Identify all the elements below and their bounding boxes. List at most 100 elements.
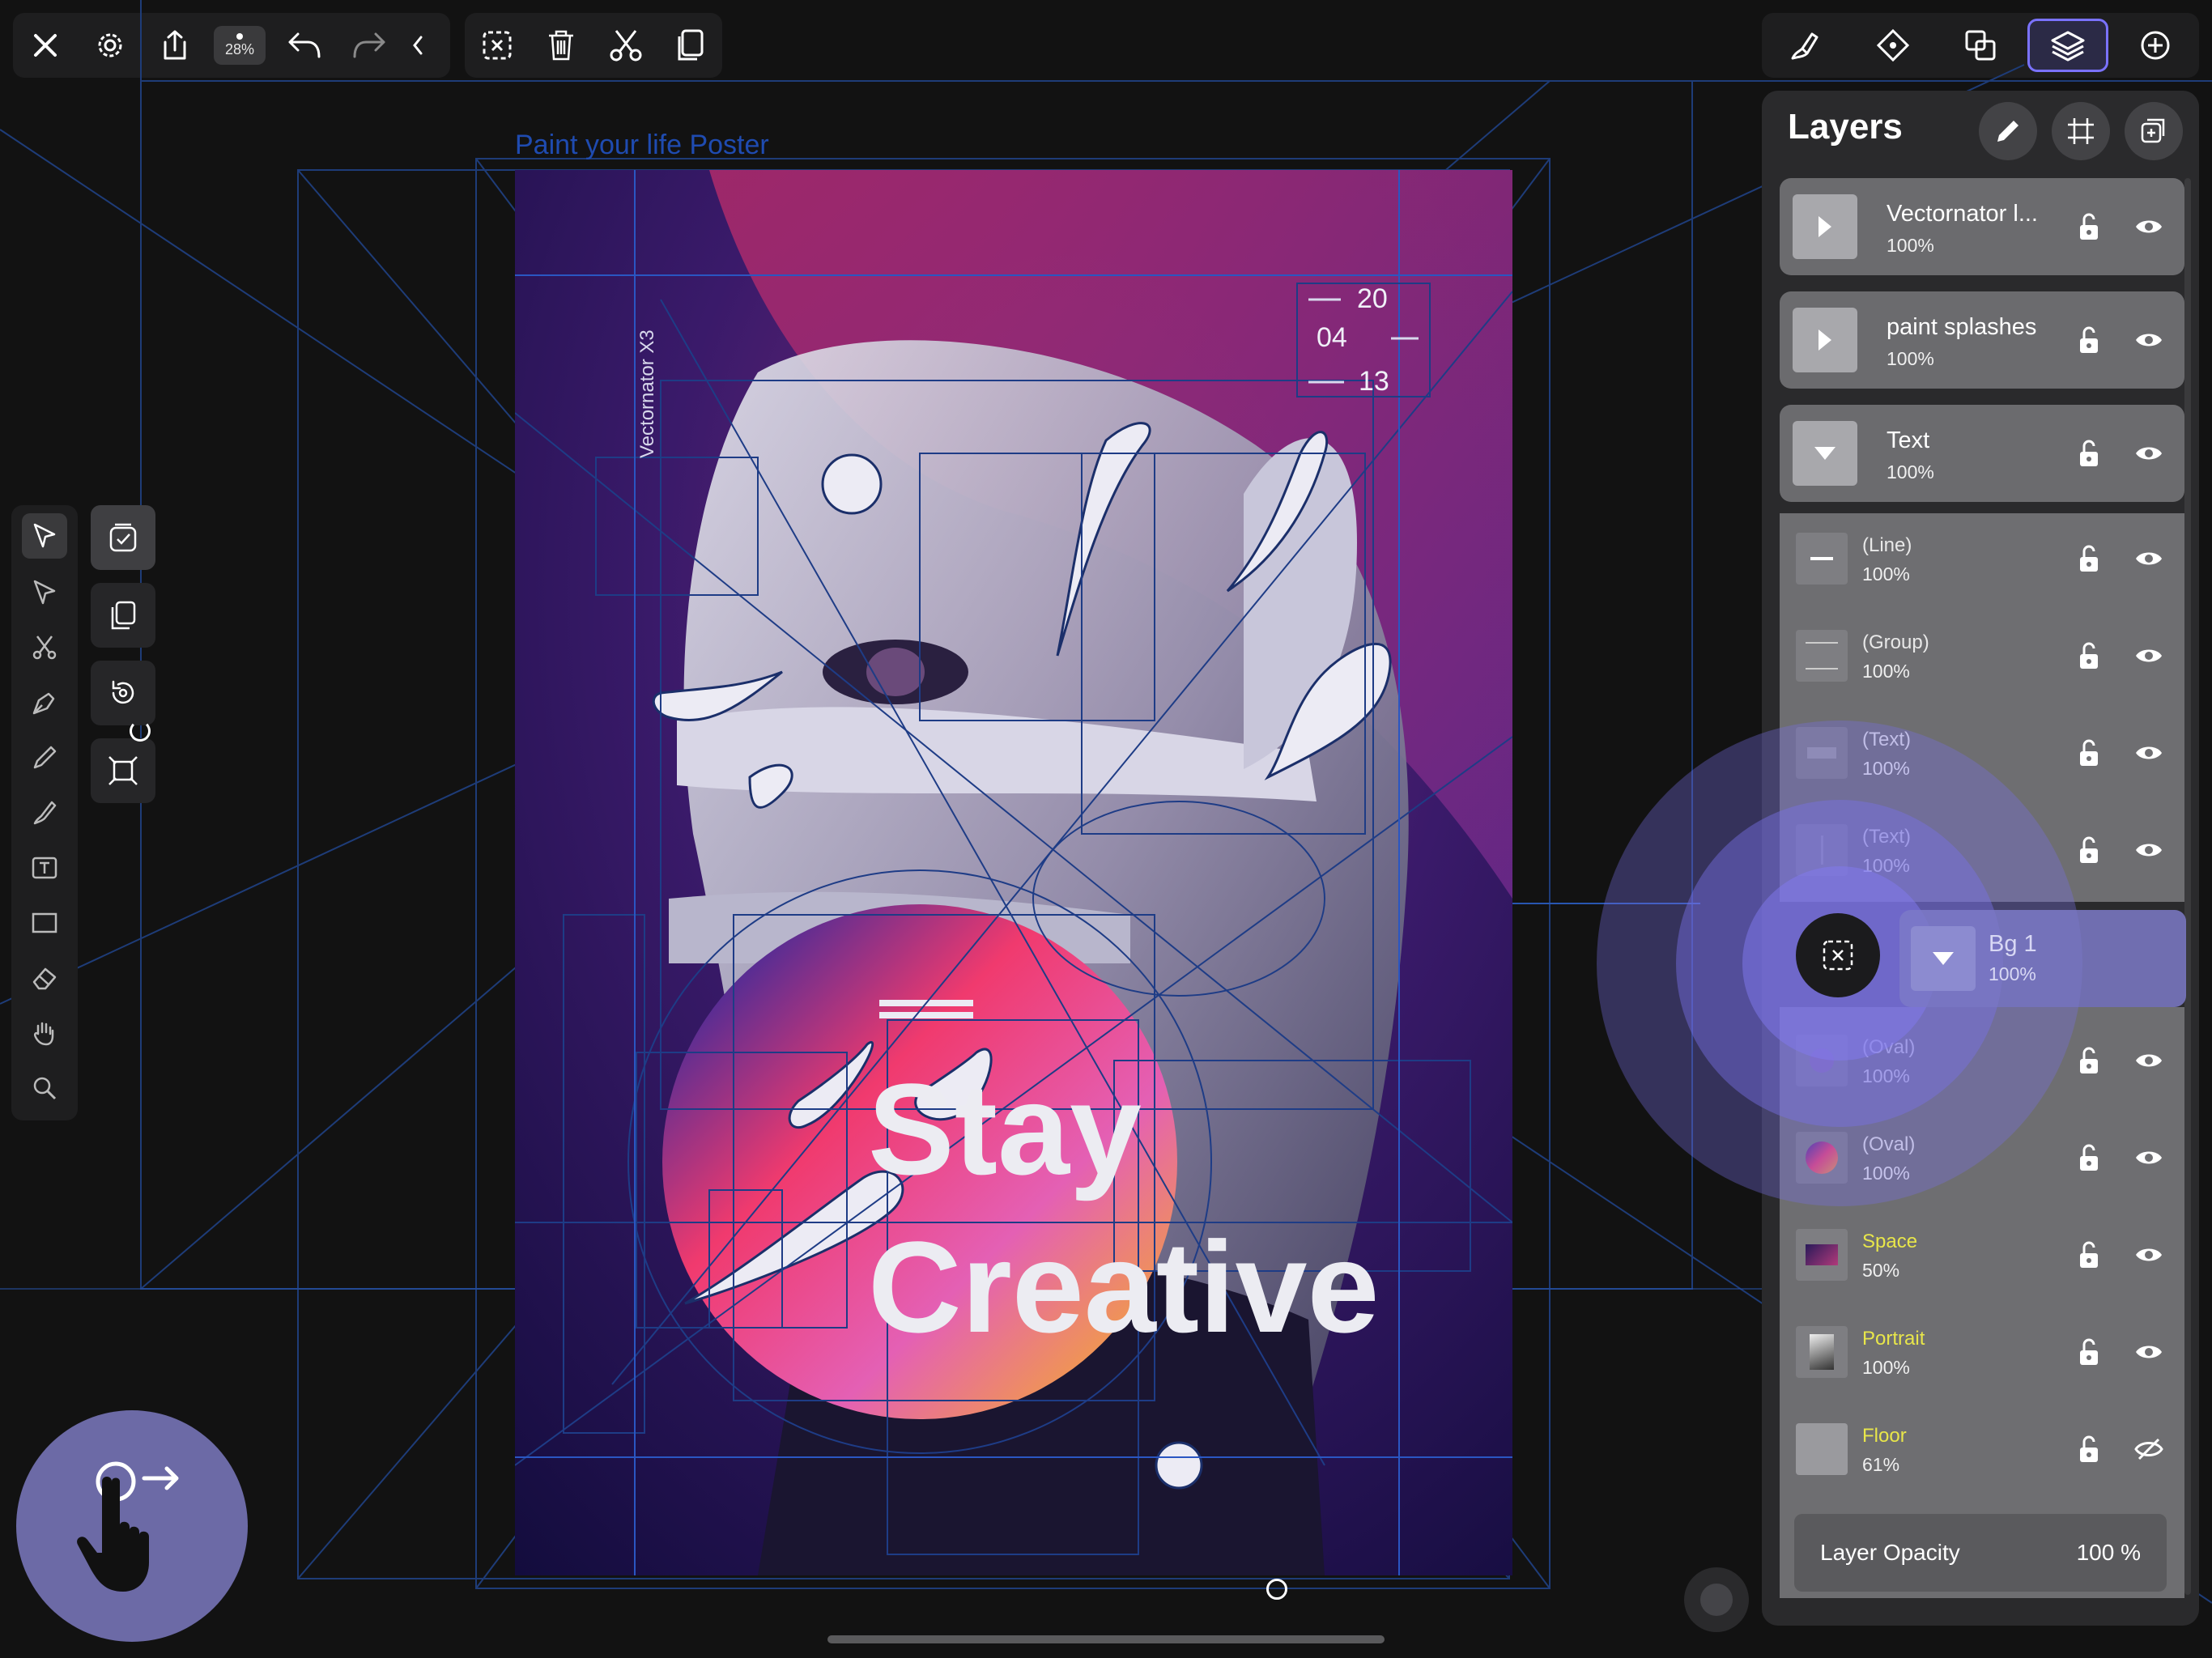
visibility-button[interactable] [2131,541,2167,576]
unlock-icon [2080,440,2098,466]
layer-opacity-control[interactable]: Layer Opacity 100 % [1794,1514,2167,1592]
sublayer-portrait[interactable]: Portrait 100% [1780,1307,2184,1404]
lock-button[interactable] [2071,832,2107,868]
dragged-layer-bg1[interactable]: Bg 1 100% [1899,910,2186,1007]
lock-button[interactable] [2071,1140,2107,1175]
sublayer-floor[interactable]: Floor 61% [1780,1404,2184,1501]
tap-drag-icon [77,1461,179,1592]
layer-name: Text [1887,427,1930,453]
add-layer-button[interactable] [2125,102,2183,160]
copy-button[interactable] [91,583,155,648]
pencil-icon [1997,121,2018,142]
select-all-button[interactable] [91,505,155,570]
expand-toggle[interactable] [1793,194,1857,259]
headline-creative[interactable]: Creative [868,1222,1379,1352]
layer-opacity: 61% [1862,1454,1900,1475]
bounding-box-icon [108,756,138,785]
lock-button[interactable] [2071,322,2107,358]
scissors-icon [32,636,57,660]
select-checkbox-icon [109,523,137,552]
lock-button[interactable] [2071,1431,2107,1467]
eye-icon [2136,844,2162,857]
expand-toggle[interactable] [1911,926,1976,991]
layer-opacity: 100% [1862,661,1910,682]
unlock-icon [2080,642,2098,669]
layer-opacity: 100% [1887,461,1934,483]
unlock-icon [2080,545,2098,572]
expand-toggle[interactable] [1793,421,1857,486]
pencil-tool[interactable] [22,735,67,780]
layer-name: Vectornator l... [1887,201,2038,227]
add-artboard-button[interactable] [2052,102,2110,160]
sublayer-space[interactable]: Space 50% [1780,1209,2184,1307]
eraser-tool[interactable] [22,955,67,1001]
lock-button[interactable] [2071,1334,2107,1370]
sublayer-group[interactable]: (Group) 100% [1780,610,2184,708]
layer-paint-splashes[interactable]: paint splashes 100% [1780,291,2184,389]
shape-tool[interactable] [22,900,67,946]
visibility-button[interactable] [2131,832,2167,868]
layer-vectornator[interactable]: Vectornator l... 100% [1780,178,2184,275]
layer-opacity: 50% [1862,1260,1900,1281]
visibility-button[interactable] [2131,436,2167,471]
scissor-tool[interactable] [22,625,67,670]
layers-scrollbar[interactable] [2184,178,2191,1595]
artboard-name[interactable]: Paint your life Poster [515,130,769,161]
rotation-handle[interactable] [1266,1579,1287,1600]
deselect-icon [1823,940,1853,971]
direct-select-icon [33,580,56,605]
visibility-button[interactable] [2131,735,2167,771]
date-bottom[interactable]: 13 [1359,366,1389,397]
unlock-icon [2080,1435,2098,1462]
brush-tool[interactable] [22,790,67,835]
zoom-tool[interactable] [22,1065,67,1111]
unlock-icon [2080,213,2098,240]
visibility-button[interactable] [2131,1431,2167,1467]
lock-button[interactable] [2071,436,2107,471]
lock-button[interactable] [2071,1043,2107,1078]
edit-layers-button[interactable] [1979,102,2037,160]
selection-tool[interactable] [22,513,67,559]
date-top[interactable]: 20 [1357,283,1388,315]
quick-action-button[interactable] [1684,1567,1749,1632]
pen-tool[interactable] [22,680,67,725]
visibility-button[interactable] [2131,322,2167,358]
lock-button[interactable] [2071,1237,2107,1273]
poster-vertical-label[interactable]: Vectornator X3 [636,329,659,458]
sublayer-line[interactable]: (Line) 100% [1780,513,2184,610]
deselect-drag-button[interactable] [1796,913,1880,997]
rotate-button[interactable] [91,661,155,725]
node-tool[interactable] [22,570,67,615]
expand-toggle[interactable] [1793,308,1857,372]
transform-box-button[interactable] [91,738,155,803]
rectangle-icon [32,912,57,933]
visibility-button[interactable] [2131,638,2167,674]
visibility-button[interactable] [2131,1237,2167,1273]
eye-icon [2136,746,2162,759]
visibility-button[interactable] [2131,209,2167,244]
eye-icon [2136,552,2162,565]
layer-thumbnail [1796,1423,1848,1475]
text-tool[interactable] [22,845,67,891]
lock-button[interactable] [2071,638,2107,674]
lock-button[interactable] [2071,541,2107,576]
layer-opacity-label: Layer Opacity [1820,1540,1960,1565]
layer-text[interactable]: Text 100% [1780,405,2184,502]
layer-opacity-value[interactable]: 100 % [2077,1540,2141,1566]
date-mid[interactable]: 04 [1317,322,1347,354]
lock-button[interactable] [2071,209,2107,244]
loading-indicator-icon [130,721,151,742]
layer-opacity: 100% [1887,348,1934,369]
visibility-button[interactable] [2131,1043,2167,1078]
visibility-button[interactable] [2131,1140,2167,1175]
poster-artboard[interactable]: Vectornator X3 20 04 13 Stay Creative [515,170,1512,1575]
headline-stay[interactable]: Stay [868,1065,1142,1194]
hand-tool[interactable] [22,1010,67,1056]
lock-button[interactable] [2071,735,2107,771]
visibility-button[interactable] [2131,1334,2167,1370]
layer-name: Space [1862,1231,1918,1252]
pencil-icon [33,746,57,769]
layer-name: Bg 1 [1989,931,2037,957]
gesture-hint [16,1410,248,1642]
add-layer-icon [2141,118,2165,143]
